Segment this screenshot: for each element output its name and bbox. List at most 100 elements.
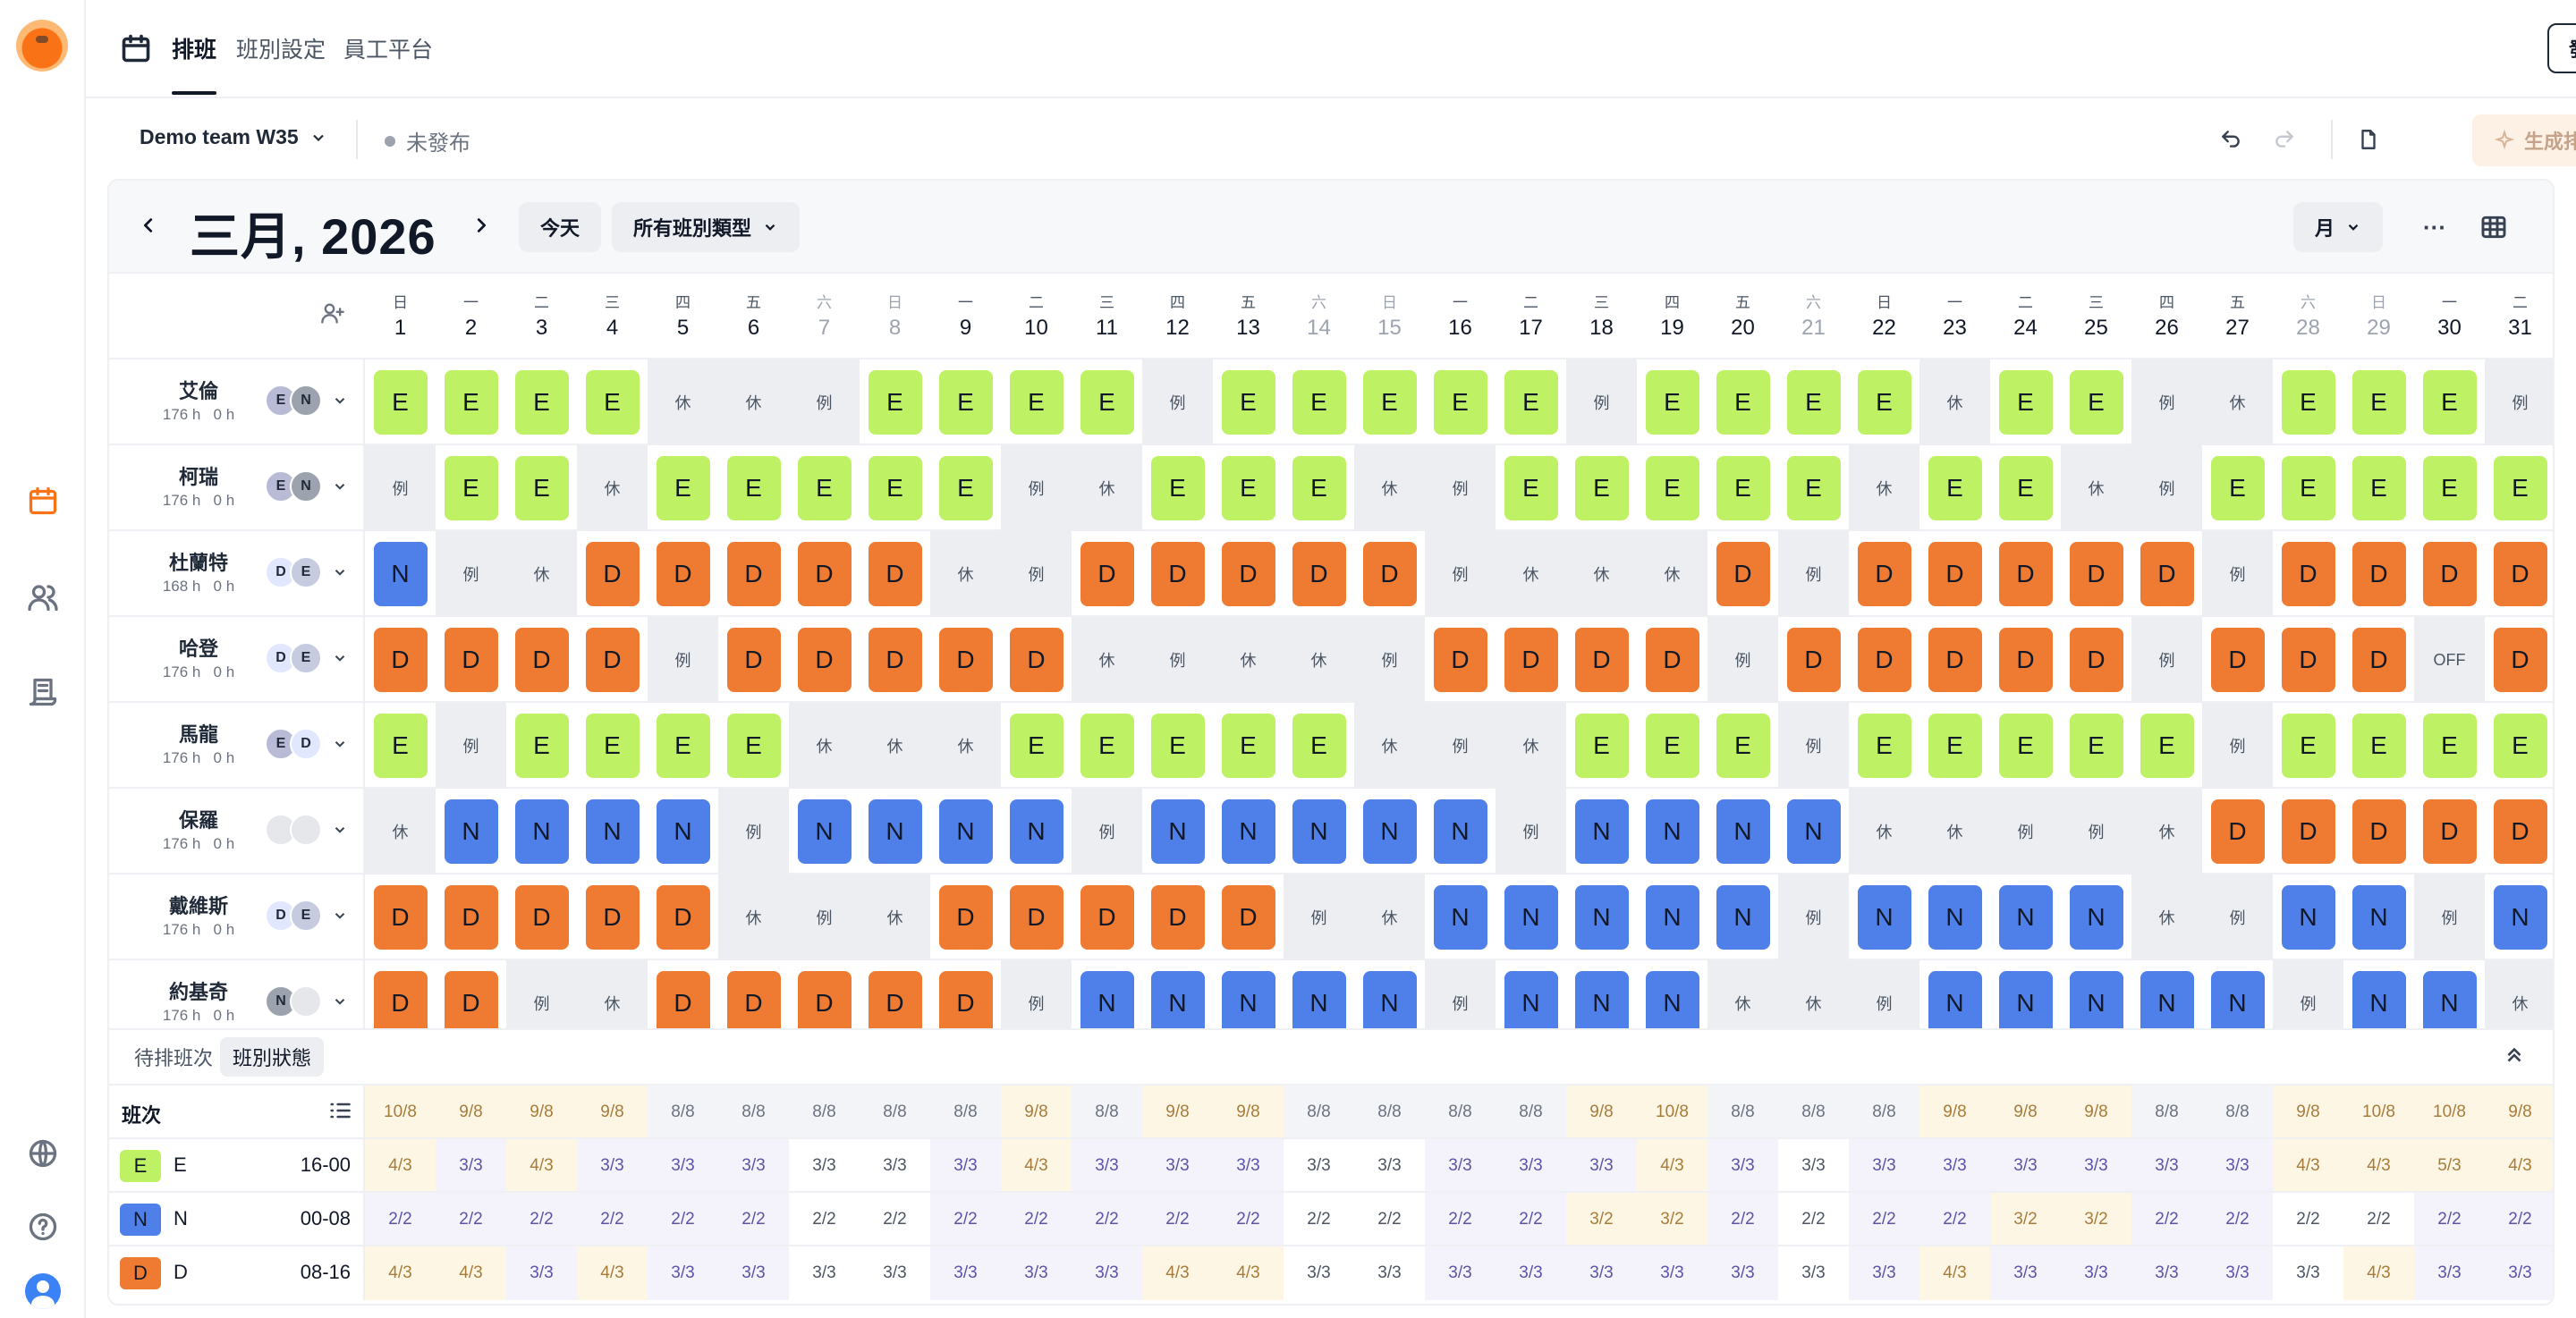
shift-cell[interactable]: E bbox=[2414, 703, 2485, 789]
globe-icon[interactable] bbox=[18, 1128, 68, 1179]
document-icon[interactable] bbox=[2351, 122, 2386, 157]
next-month-icon[interactable] bbox=[463, 207, 499, 243]
day-off-cell[interactable]: 例 bbox=[1072, 789, 1142, 874]
shift-cell[interactable]: E bbox=[577, 359, 648, 445]
shift-cell[interactable]: N bbox=[860, 789, 930, 874]
shift-cell[interactable]: E bbox=[2343, 703, 2414, 789]
shift-cell[interactable]: D bbox=[648, 874, 718, 960]
collapse-icon[interactable] bbox=[2503, 1043, 2531, 1071]
shift-cell[interactable]: E bbox=[1213, 703, 1284, 789]
shift-cell[interactable]: D bbox=[577, 531, 648, 617]
shift-cell[interactable]: E bbox=[1284, 359, 1354, 445]
shift-preference-selector[interactable]: DE bbox=[265, 556, 345, 588]
day-off-cell[interactable]: 休 bbox=[1284, 617, 1354, 703]
table-view-icon[interactable] bbox=[2470, 204, 2517, 250]
shift-cell[interactable]: E bbox=[648, 703, 718, 789]
shift-cell[interactable]: E bbox=[2485, 703, 2553, 789]
tab-schedule[interactable]: 排班 bbox=[172, 32, 217, 95]
shift-cell[interactable]: E bbox=[1778, 359, 1849, 445]
day-off-cell[interactable]: 休 bbox=[1354, 703, 1425, 789]
shift-cell[interactable]: E bbox=[2202, 445, 2273, 531]
team-selector[interactable]: Demo team W35 bbox=[140, 125, 327, 149]
shift-cell[interactable]: D bbox=[506, 874, 577, 960]
day-off-cell[interactable]: 休 bbox=[1496, 703, 1566, 789]
day-off-cell[interactable]: 休 bbox=[1354, 874, 1425, 960]
day-off-cell[interactable]: 例 bbox=[789, 359, 860, 445]
day-off-cell[interactable]: 例 bbox=[2202, 703, 2273, 789]
shift-cell[interactable]: E bbox=[1072, 359, 1142, 445]
day-off-cell[interactable]: 休 bbox=[718, 359, 789, 445]
shift-cell[interactable]: D bbox=[1990, 617, 2061, 703]
shift-cell[interactable]: E bbox=[1707, 445, 1778, 531]
shift-cell[interactable]: D bbox=[2343, 617, 2414, 703]
shift-cell[interactable]: E bbox=[506, 445, 577, 531]
shift-cell[interactable]: E bbox=[1001, 703, 1072, 789]
shift-cell[interactable]: N bbox=[506, 789, 577, 874]
more-options-icon[interactable]: ··· bbox=[2411, 204, 2458, 250]
shift-cell[interactable]: E bbox=[2343, 359, 2414, 445]
undo-icon[interactable] bbox=[2213, 122, 2249, 157]
shift-cell[interactable]: E bbox=[1637, 445, 1707, 531]
shift-cell[interactable]: D bbox=[577, 617, 648, 703]
shift-cell[interactable]: E bbox=[2414, 445, 2485, 531]
shift-cell[interactable]: N bbox=[1566, 874, 1637, 960]
shift-cell[interactable]: D bbox=[2485, 789, 2553, 874]
shift-cell[interactable]: D bbox=[506, 617, 577, 703]
day-off-cell[interactable]: 例 bbox=[2131, 359, 2202, 445]
day-off-cell[interactable]: 例 bbox=[1425, 445, 1496, 531]
shift-cell[interactable]: N bbox=[1142, 789, 1213, 874]
tab-pending-shifts[interactable]: 待排班次 bbox=[122, 1037, 225, 1077]
shift-cell[interactable]: D bbox=[365, 874, 436, 960]
shift-cell[interactable]: D bbox=[2343, 789, 2414, 874]
shift-cell[interactable]: E bbox=[1284, 445, 1354, 531]
shift-preference-selector[interactable]: EN bbox=[265, 384, 345, 417]
shift-cell[interactable]: D bbox=[860, 531, 930, 617]
shift-cell[interactable]: N bbox=[1707, 789, 1778, 874]
day-off-cell[interactable]: 休 bbox=[2202, 359, 2273, 445]
shift-cell[interactable]: D bbox=[1919, 531, 1990, 617]
shift-cell[interactable]: E bbox=[718, 445, 789, 531]
shift-cell[interactable]: D bbox=[2273, 531, 2343, 617]
shift-cell[interactable]: D bbox=[1072, 531, 1142, 617]
shift-cell[interactable]: N bbox=[1637, 789, 1707, 874]
shift-cell[interactable]: E bbox=[506, 703, 577, 789]
shift-cell[interactable]: D bbox=[577, 874, 648, 960]
shift-cell[interactable]: D bbox=[2273, 789, 2343, 874]
user-avatar[interactable] bbox=[25, 1273, 61, 1309]
shift-cell[interactable]: D bbox=[1990, 531, 2061, 617]
day-off-cell[interactable]: 休 bbox=[577, 445, 648, 531]
shift-cell[interactable]: D bbox=[1566, 617, 1637, 703]
shift-cell[interactable]: D bbox=[930, 617, 1001, 703]
shift-preference-selector[interactable]: DE bbox=[265, 900, 345, 932]
shift-cell[interactable]: E bbox=[1990, 359, 2061, 445]
shift-cell[interactable]: D bbox=[1213, 531, 1284, 617]
day-off-cell[interactable]: 休 bbox=[2061, 445, 2131, 531]
shift-cell[interactable]: E bbox=[2061, 359, 2131, 445]
shift-cell[interactable]: E bbox=[1142, 445, 1213, 531]
view-selector[interactable]: 月 bbox=[2293, 202, 2384, 252]
shift-cell[interactable]: E bbox=[1637, 703, 1707, 789]
shift-cell[interactable]: E bbox=[1707, 359, 1778, 445]
day-off-cell[interactable]: 休 bbox=[860, 703, 930, 789]
shift-cell[interactable]: E bbox=[789, 445, 860, 531]
shift-cell[interactable]: E bbox=[1354, 359, 1425, 445]
day-off-cell[interactable]: 例 bbox=[436, 703, 506, 789]
day-off-cell[interactable]: 例 bbox=[1778, 703, 1849, 789]
day-off-cell[interactable]: 休 bbox=[365, 789, 436, 874]
shift-cell[interactable]: D bbox=[365, 617, 436, 703]
day-off-cell[interactable]: 休 bbox=[1496, 531, 1566, 617]
shift-cell[interactable]: E bbox=[1213, 359, 1284, 445]
shift-cell[interactable]: N bbox=[1425, 789, 1496, 874]
day-off-cell[interactable]: 休 bbox=[789, 703, 860, 789]
shift-cell[interactable]: N bbox=[1919, 874, 1990, 960]
shift-cell[interactable]: E bbox=[860, 445, 930, 531]
shift-cell[interactable]: E bbox=[2061, 703, 2131, 789]
day-off-cell[interactable]: 休 bbox=[1072, 617, 1142, 703]
day-off-cell[interactable]: OFF bbox=[2414, 617, 2485, 703]
day-off-cell[interactable]: 休 bbox=[2131, 874, 2202, 960]
shift-cell[interactable]: N bbox=[930, 789, 1001, 874]
shift-cell[interactable]: N bbox=[577, 789, 648, 874]
shift-cell[interactable]: D bbox=[1142, 531, 1213, 617]
shift-cell[interactable]: D bbox=[1425, 617, 1496, 703]
shift-cell[interactable]: E bbox=[1849, 359, 1919, 445]
